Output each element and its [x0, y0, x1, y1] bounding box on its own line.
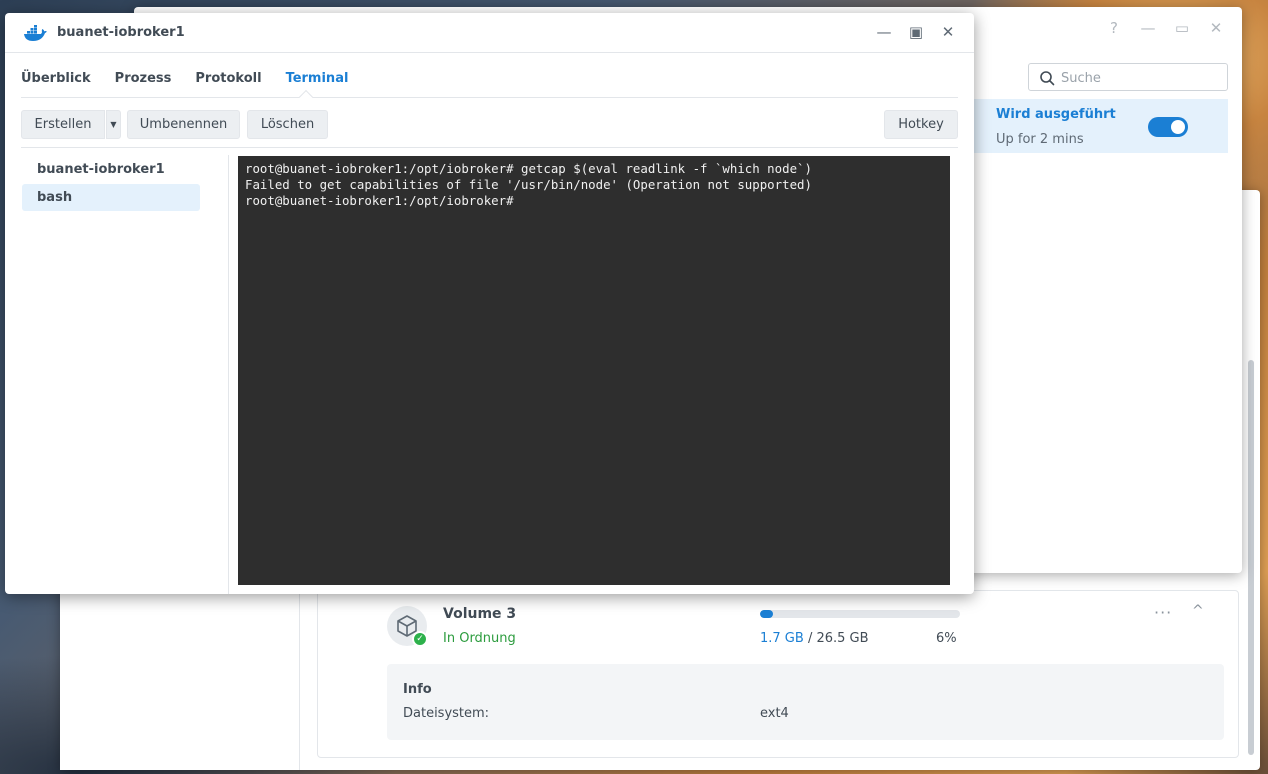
volume-percent: 6%: [936, 631, 957, 646]
storage-scrollbar[interactable]: [1248, 360, 1254, 755]
search-box[interactable]: [1028, 63, 1228, 91]
volume-usage-text: 1.7 GB / 26.5 GB: [760, 631, 869, 646]
session-item-container[interactable]: buanet-iobroker1: [22, 156, 200, 183]
create-button[interactable]: Erstellen: [21, 110, 105, 139]
delete-button[interactable]: Löschen: [247, 110, 328, 139]
volume-total: 26.5 GB: [816, 631, 869, 646]
container-row[interactable]: Wird ausgeführt Up for 2 mins: [973, 99, 1228, 153]
create-dropdown-icon[interactable]: ▼: [106, 110, 121, 139]
terminal-output[interactable]: root@buanet-iobroker1:/opt/iobroker# get…: [238, 156, 950, 585]
close-icon[interactable]: ✕: [1208, 19, 1224, 37]
info-title: Info: [403, 682, 432, 697]
volume-usage-separator: /: [803, 631, 817, 646]
window-controls: — ▣ ✕: [876, 23, 956, 41]
rename-button[interactable]: Umbenennen: [127, 110, 240, 139]
container-uptime: Up for 2 mins: [996, 132, 1084, 147]
volume-usage-bar-fill: [760, 610, 773, 618]
container-run-toggle[interactable]: [1148, 117, 1188, 137]
volume-info-box: Info Dateisystem: ext4: [387, 664, 1224, 740]
maximize-icon[interactable]: ▭: [1174, 19, 1190, 37]
toolbar-divider: [21, 147, 958, 148]
minimize-icon[interactable]: —: [876, 23, 892, 41]
volume-card: ✓ Volume 3 In Ordnung 1.7 GB / 26.5 GB 6…: [317, 590, 1239, 758]
search-icon: [1040, 71, 1055, 86]
volume-name: Volume 3: [443, 606, 517, 622]
window-title: buanet-iobroker1: [57, 25, 185, 40]
toggle-knob: [1171, 120, 1185, 134]
volume-used: 1.7 GB: [760, 631, 804, 646]
session-list: buanet-iobroker1 bash: [21, 155, 229, 594]
terminal-toolbar: Erstellen ▼ Umbenennen Löschen Hotkey: [21, 110, 958, 140]
filesystem-value: ext4: [760, 706, 789, 721]
tabs-divider: [21, 97, 958, 98]
volume-usage-bar: [760, 610, 960, 618]
more-options-icon[interactable]: ···: [1154, 603, 1172, 622]
window-controls: ? — ▭ ✕: [1106, 19, 1224, 37]
hotkey-button[interactable]: Hotkey: [884, 110, 958, 139]
session-item-bash[interactable]: bash: [22, 184, 200, 211]
collapse-chevron-icon[interactable]: ^: [1192, 603, 1204, 619]
close-icon[interactable]: ✕: [940, 23, 956, 41]
container-status: Wird ausgeführt: [996, 107, 1116, 122]
maximize-icon[interactable]: ▣: [908, 23, 924, 41]
help-icon[interactable]: ?: [1106, 19, 1122, 37]
search-input[interactable]: [1061, 68, 1221, 88]
container-detail-window: buanet-iobroker1 — ▣ ✕ Überblick Prozess…: [5, 13, 974, 594]
filesystem-label: Dateisystem:: [403, 706, 490, 721]
status-ok-check-icon: ✓: [412, 631, 428, 647]
volume-status: In Ordnung: [443, 631, 516, 646]
window-titlebar[interactable]: buanet-iobroker1 — ▣ ✕: [5, 13, 974, 53]
docker-whale-icon: [24, 25, 47, 41]
minimize-icon[interactable]: —: [1140, 19, 1156, 37]
